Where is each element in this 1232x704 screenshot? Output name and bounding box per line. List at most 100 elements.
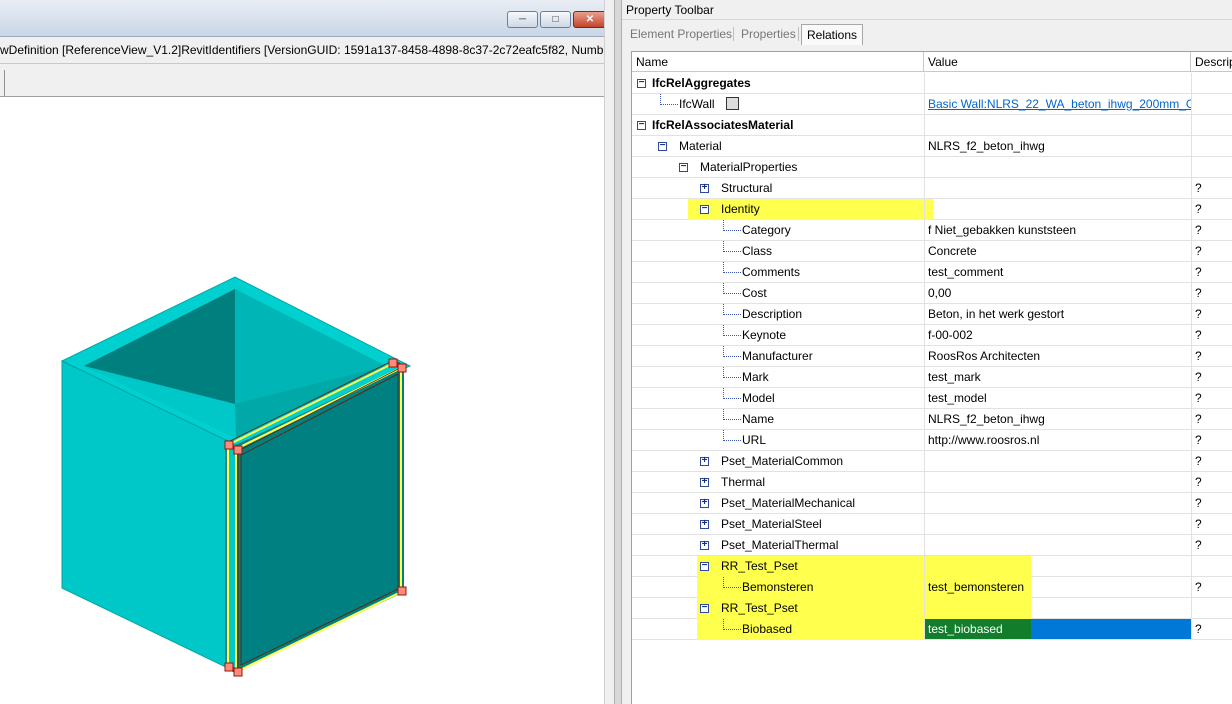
expand-toggle-icon[interactable]: + [700,519,709,529]
table-row[interactable]: − IfcRelAggregates [632,73,1232,94]
row-description: ? [1195,286,1202,300]
table-row[interactable]: + Pset_MaterialThermal? [632,535,1232,556]
table-row[interactable]: + Pset_MaterialCommon? [632,451,1232,472]
column-divider [1191,157,1192,177]
row-name: IfcWall [679,97,715,111]
column-divider [1191,451,1192,471]
row-description: ? [1195,580,1202,594]
table-row[interactable]: − MaterialProperties [632,157,1232,178]
column-divider [924,220,925,240]
row-value: test_biobased [928,622,1003,636]
tree-connector [723,251,741,252]
row-value: RoosRos Architecten [928,349,1041,363]
collapse-toggle-icon[interactable]: − [700,561,709,571]
row-value: Concrete [928,244,977,258]
table-row[interactable]: + Thermal? [632,472,1232,493]
table-row[interactable]: + Pset_MaterialSteel? [632,514,1232,535]
row-description: ? [1195,517,1202,531]
row-name: Thermal [721,475,766,489]
table-row[interactable]: IfcWall Basic Wall:NLRS_22_WA_beton_ihwg_… [632,94,1232,115]
row-description: ? [1195,622,1202,636]
table-row[interactable]: + Pset_MaterialMechanical? [632,493,1232,514]
table-row[interactable]: + Structural? [632,178,1232,199]
column-divider [924,199,925,219]
row-value [928,514,1191,534]
column-divider [1191,472,1192,492]
minimize-button[interactable]: ─ [507,11,538,28]
table-row[interactable]: URL http://www.roosros.nl? [632,430,1232,451]
close-icon: ✕ [585,14,595,25]
table-row[interactable]: − RR_Test_Pset [632,598,1232,619]
table-row[interactable]: − RR_Test_Pset [632,556,1232,577]
viewer-scrollbar[interactable] [604,0,614,704]
row-value: f-00-002 [928,328,973,342]
tree-connector [723,262,724,273]
minimize-icon: ─ [518,14,527,25]
row-description: ? [1195,475,1202,489]
row-value-link[interactable]: Basic Wall:NLRS_22_WA_beton_ihwg_200mm_G… [928,94,1191,114]
collapse-toggle-icon[interactable]: − [637,78,646,88]
row-value: http://www.roosros.nl [928,433,1040,447]
tree-connector [723,304,724,315]
table-row[interactable]: − Identity? [632,199,1232,220]
panel-splitter[interactable] [614,0,622,704]
table-row[interactable]: − IfcRelAssociatesMaterial [632,115,1232,136]
wall-object-icon[interactable] [726,97,739,110]
collapse-toggle-icon[interactable]: − [637,120,646,130]
table-row[interactable]: Name NLRS_f2_beton_ihwg? [632,409,1232,430]
row-name: Structural [721,181,773,195]
expand-toggle-icon[interactable]: + [700,540,709,550]
column-divider [1191,136,1192,156]
column-divider [924,157,925,177]
viewer-tab[interactable] [0,70,5,96]
expand-toggle-icon[interactable]: + [700,183,709,193]
table-row[interactable]: Comments test_comment? [632,262,1232,283]
row-name: IfcRelAggregates [652,76,751,90]
tree-connector [723,587,741,588]
table-row[interactable]: Keynote f-00-002? [632,325,1232,346]
table-row[interactable]: Cost 0,00? [632,283,1232,304]
row-value: test_bemonsteren [928,580,1025,594]
table-row[interactable]: Bemonsteren test_bemonsteren? [632,577,1232,598]
close-button[interactable]: ✕ [573,11,607,28]
table-row[interactable]: Description Beton, in het werk gestort? [632,304,1232,325]
maximize-button[interactable]: □ [540,11,571,28]
collapse-toggle-icon[interactable]: − [700,603,709,613]
column-divider [1191,115,1192,135]
tree-connector [723,346,724,357]
table-row[interactable]: Model test_model? [632,388,1232,409]
row-description: ? [1195,202,1202,216]
row-value [928,157,1191,177]
row-description: ? [1195,454,1202,468]
row-value [928,199,1191,219]
tab-properties[interactable]: Properties [736,24,801,44]
collapse-toggle-icon[interactable]: − [658,141,667,151]
viewer-tab-row [0,64,604,97]
row-name: Pset_MaterialCommon [721,454,844,468]
3d-viewport[interactable] [0,97,604,704]
table-row[interactable]: Manufacturer RoosRos Architecten? [632,346,1232,367]
collapse-toggle-icon[interactable]: − [700,204,709,214]
tab-relations[interactable]: Relations [801,24,864,45]
table-row[interactable]: − Material NLRS_f2_beton_ihwg [632,136,1232,157]
expand-toggle-icon[interactable]: + [700,477,709,487]
expand-toggle-icon[interactable]: + [700,498,709,508]
row-description: ? [1195,538,1202,552]
expand-toggle-icon[interactable]: + [700,456,709,466]
row-value [928,451,1191,471]
tree-connector [723,272,741,273]
row-description: ? [1195,223,1202,237]
table-row[interactable]: Class Concrete? [632,241,1232,262]
column-divider [1191,514,1192,534]
table-row[interactable]: Biobased test_biobased? [632,619,1232,640]
row-value: test_comment [928,265,1004,279]
tree-connector [723,283,724,294]
table-row[interactable]: Mark test_mark? [632,367,1232,388]
collapse-toggle-icon[interactable]: − [679,162,688,172]
tab-element-properties[interactable]: Element Properties [625,24,737,44]
row-name: Comments [742,265,801,279]
row-description: ? [1195,496,1202,510]
tree-connector [660,104,678,105]
table-row[interactable]: Category f Niet_gebakken kunststeen? [632,220,1232,241]
column-divider [924,241,925,261]
